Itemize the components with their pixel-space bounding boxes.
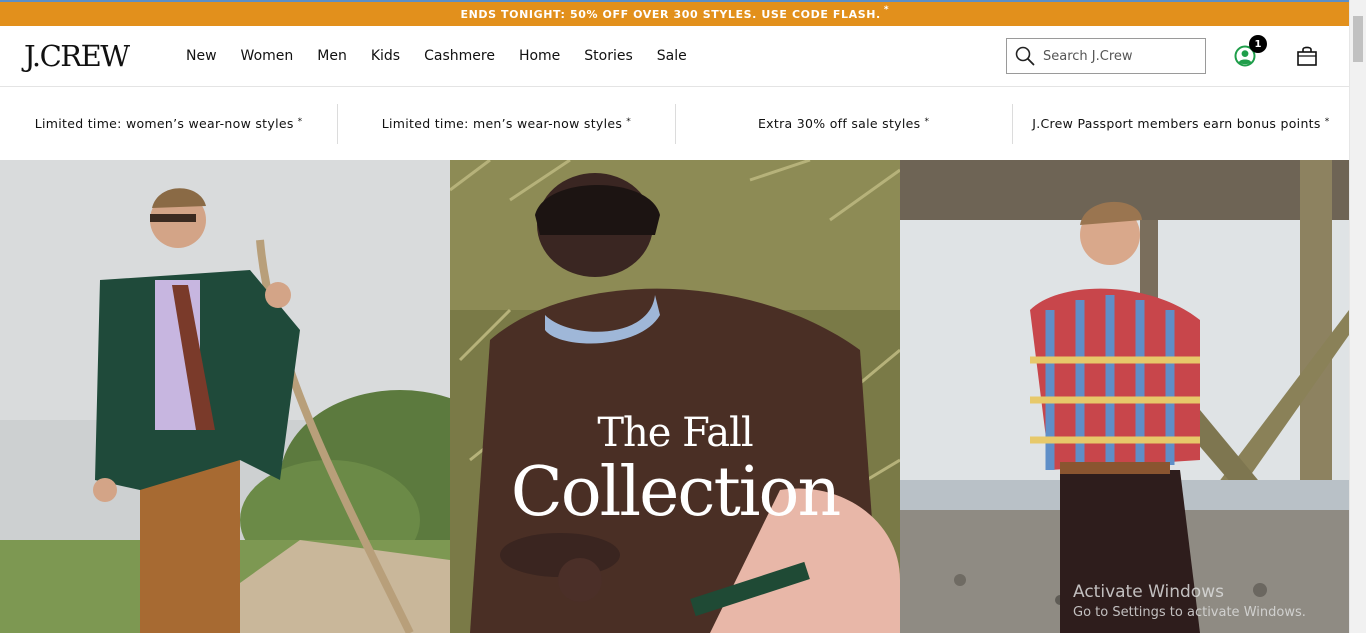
nav-item-stories[interactable]: Stories [584, 46, 633, 66]
promo-strip-marker[interactable]: * [1325, 117, 1330, 127]
promo-strip-label: Limited time: men’s wear-now styles [381, 116, 623, 131]
page: ENDS TONIGHT: 50% OFF OVER 300 STYLES. U… [0, 0, 1349, 633]
promo-strip: Limited time: women’s wear-now styles * … [0, 87, 1349, 160]
hero-panel-right[interactable] [900, 160, 1349, 633]
promo-strip-item[interactable]: Limited time: men’s wear-now styles * [337, 103, 674, 144]
hero-title-line1: The Fall [597, 410, 753, 456]
search-box[interactable] [1006, 38, 1206, 74]
promo-bar-text[interactable]: ENDS TONIGHT: 50% OFF OVER 300 STYLES. U… [460, 8, 880, 21]
hero-banner: The Fall Collection [0, 160, 1349, 633]
search-input[interactable] [1043, 41, 1201, 71]
jcrew-logo[interactable]: J.CREW [24, 39, 130, 73]
hero-image-left [0, 160, 450, 633]
hero-image-center [450, 160, 900, 633]
promo-strip-item[interactable]: Extra 30% off sale styles * [674, 103, 1012, 144]
promo-strip-item[interactable]: J.Crew Passport members earn bonus point… [1011, 103, 1349, 144]
nav-item-new[interactable]: New [186, 46, 217, 66]
promo-bar[interactable]: ENDS TONIGHT: 50% OFF OVER 300 STYLES. U… [0, 2, 1349, 26]
nav-item-women[interactable]: Women [241, 46, 294, 66]
nav-item-home[interactable]: Home [519, 46, 560, 66]
promo-strip-marker[interactable]: * [298, 117, 303, 127]
nav-item-cashmere[interactable]: Cashmere [424, 46, 495, 66]
vertical-scrollbar[interactable] [1349, 0, 1366, 633]
watermark-line1: Activate Windows [1073, 582, 1224, 602]
windows-activation-watermark: Activate Windows Go to Settings to activ… [1073, 582, 1306, 620]
promo-strip-label: Limited time: women’s wear-now styles [34, 116, 294, 131]
scrollbar-thumb[interactable] [1353, 16, 1363, 62]
hero-image-right [900, 160, 1349, 633]
hero-panel-center[interactable]: The Fall Collection [450, 160, 900, 633]
hero-title-line2: Collection [510, 453, 842, 532]
promo-strip-label: J.Crew Passport members earn bonus point… [1032, 116, 1321, 131]
site-header: J.CREW New Women Men Kids Cashmere Home … [0, 26, 1349, 87]
promo-strip-label: Extra 30% off sale styles [757, 116, 921, 131]
watermark-line2: Go to Settings to activate Windows. [1073, 605, 1306, 620]
hero-panel-left[interactable] [0, 160, 450, 633]
nav-item-kids[interactable]: Kids [371, 46, 400, 66]
shopping-bag-icon[interactable] [1296, 44, 1318, 68]
account-notification-badge[interactable]: 1 [1249, 35, 1267, 53]
nav-item-sale[interactable]: Sale [657, 46, 687, 66]
promo-strip-marker[interactable]: * [626, 117, 631, 127]
nav-item-men[interactable]: Men [317, 46, 347, 66]
promo-strip-item[interactable]: Limited time: women’s wear-now styles * [0, 104, 337, 144]
main-nav: New Women Men Kids Cashmere Home Stories… [186, 46, 711, 66]
search-icon[interactable] [1007, 39, 1043, 73]
promo-strip-marker[interactable]: * [924, 117, 929, 127]
promo-bar-details-marker[interactable]: * [884, 5, 889, 15]
